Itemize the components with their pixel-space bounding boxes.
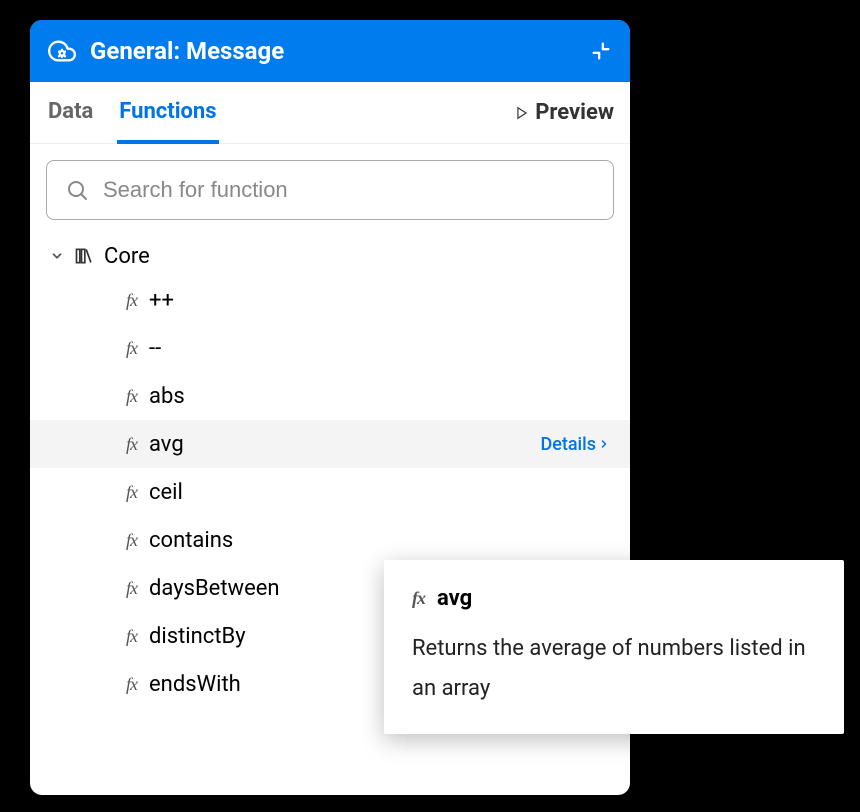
panel-header: General: Message — [30, 20, 630, 82]
preview-button[interactable]: Preview — [515, 100, 614, 125]
details-link[interactable]: Details — [540, 434, 610, 455]
search-box[interactable] — [46, 160, 614, 220]
fn-name: contains — [149, 528, 610, 553]
fx-icon: fx — [126, 626, 137, 647]
category-core[interactable]: Core — [30, 236, 630, 276]
fx-icon: fx — [126, 482, 137, 503]
tooltip-title: fx avg — [412, 586, 816, 611]
tab-bar: Data Functions Preview — [30, 82, 630, 144]
preview-label: Preview — [535, 100, 614, 125]
fx-icon: fx — [126, 530, 137, 551]
settings-cloud-icon — [48, 37, 76, 65]
fn-name: -- — [149, 336, 610, 361]
chevron-down-icon — [50, 244, 64, 269]
fn-row-avg[interactable]: fxavg Details — [30, 420, 630, 468]
search-container — [30, 144, 630, 236]
tab-data[interactable]: Data — [46, 83, 95, 144]
tooltip-fn-name: avg — [437, 586, 472, 611]
fn-row-ceil[interactable]: fxceil — [30, 468, 630, 516]
category-label: Core — [104, 244, 150, 269]
fn-name: avg — [149, 432, 528, 457]
fx-icon: fx — [126, 578, 137, 599]
panel-title: General: Message — [90, 37, 576, 65]
fx-icon: fx — [126, 434, 137, 455]
search-icon — [65, 178, 89, 202]
tooltip-description: Returns the average of numbers listed in… — [412, 629, 816, 708]
fx-icon: fx — [126, 674, 137, 695]
collapse-icon[interactable] — [590, 40, 612, 62]
chevron-right-icon — [598, 438, 610, 450]
fn-row-abs[interactable]: fxabs — [30, 372, 630, 420]
fn-name: abs — [149, 384, 610, 409]
fn-row-contains[interactable]: fx contains — [30, 516, 630, 564]
play-icon — [515, 106, 529, 120]
library-icon — [74, 246, 94, 266]
fn-row-++[interactable]: fx ++ — [30, 276, 630, 324]
fn-name: ceil — [149, 480, 610, 505]
fx-icon: fx — [126, 290, 137, 311]
search-input[interactable] — [103, 177, 595, 203]
fx-icon: fx — [126, 386, 137, 407]
function-tooltip: fx avg Returns the average of numbers li… — [384, 560, 844, 734]
fx-icon: fx — [126, 338, 137, 359]
fn-row---[interactable]: fx -- — [30, 324, 630, 372]
fx-icon: fx — [412, 588, 425, 609]
fn-name: ++ — [149, 288, 610, 313]
tab-functions[interactable]: Functions — [117, 83, 218, 144]
